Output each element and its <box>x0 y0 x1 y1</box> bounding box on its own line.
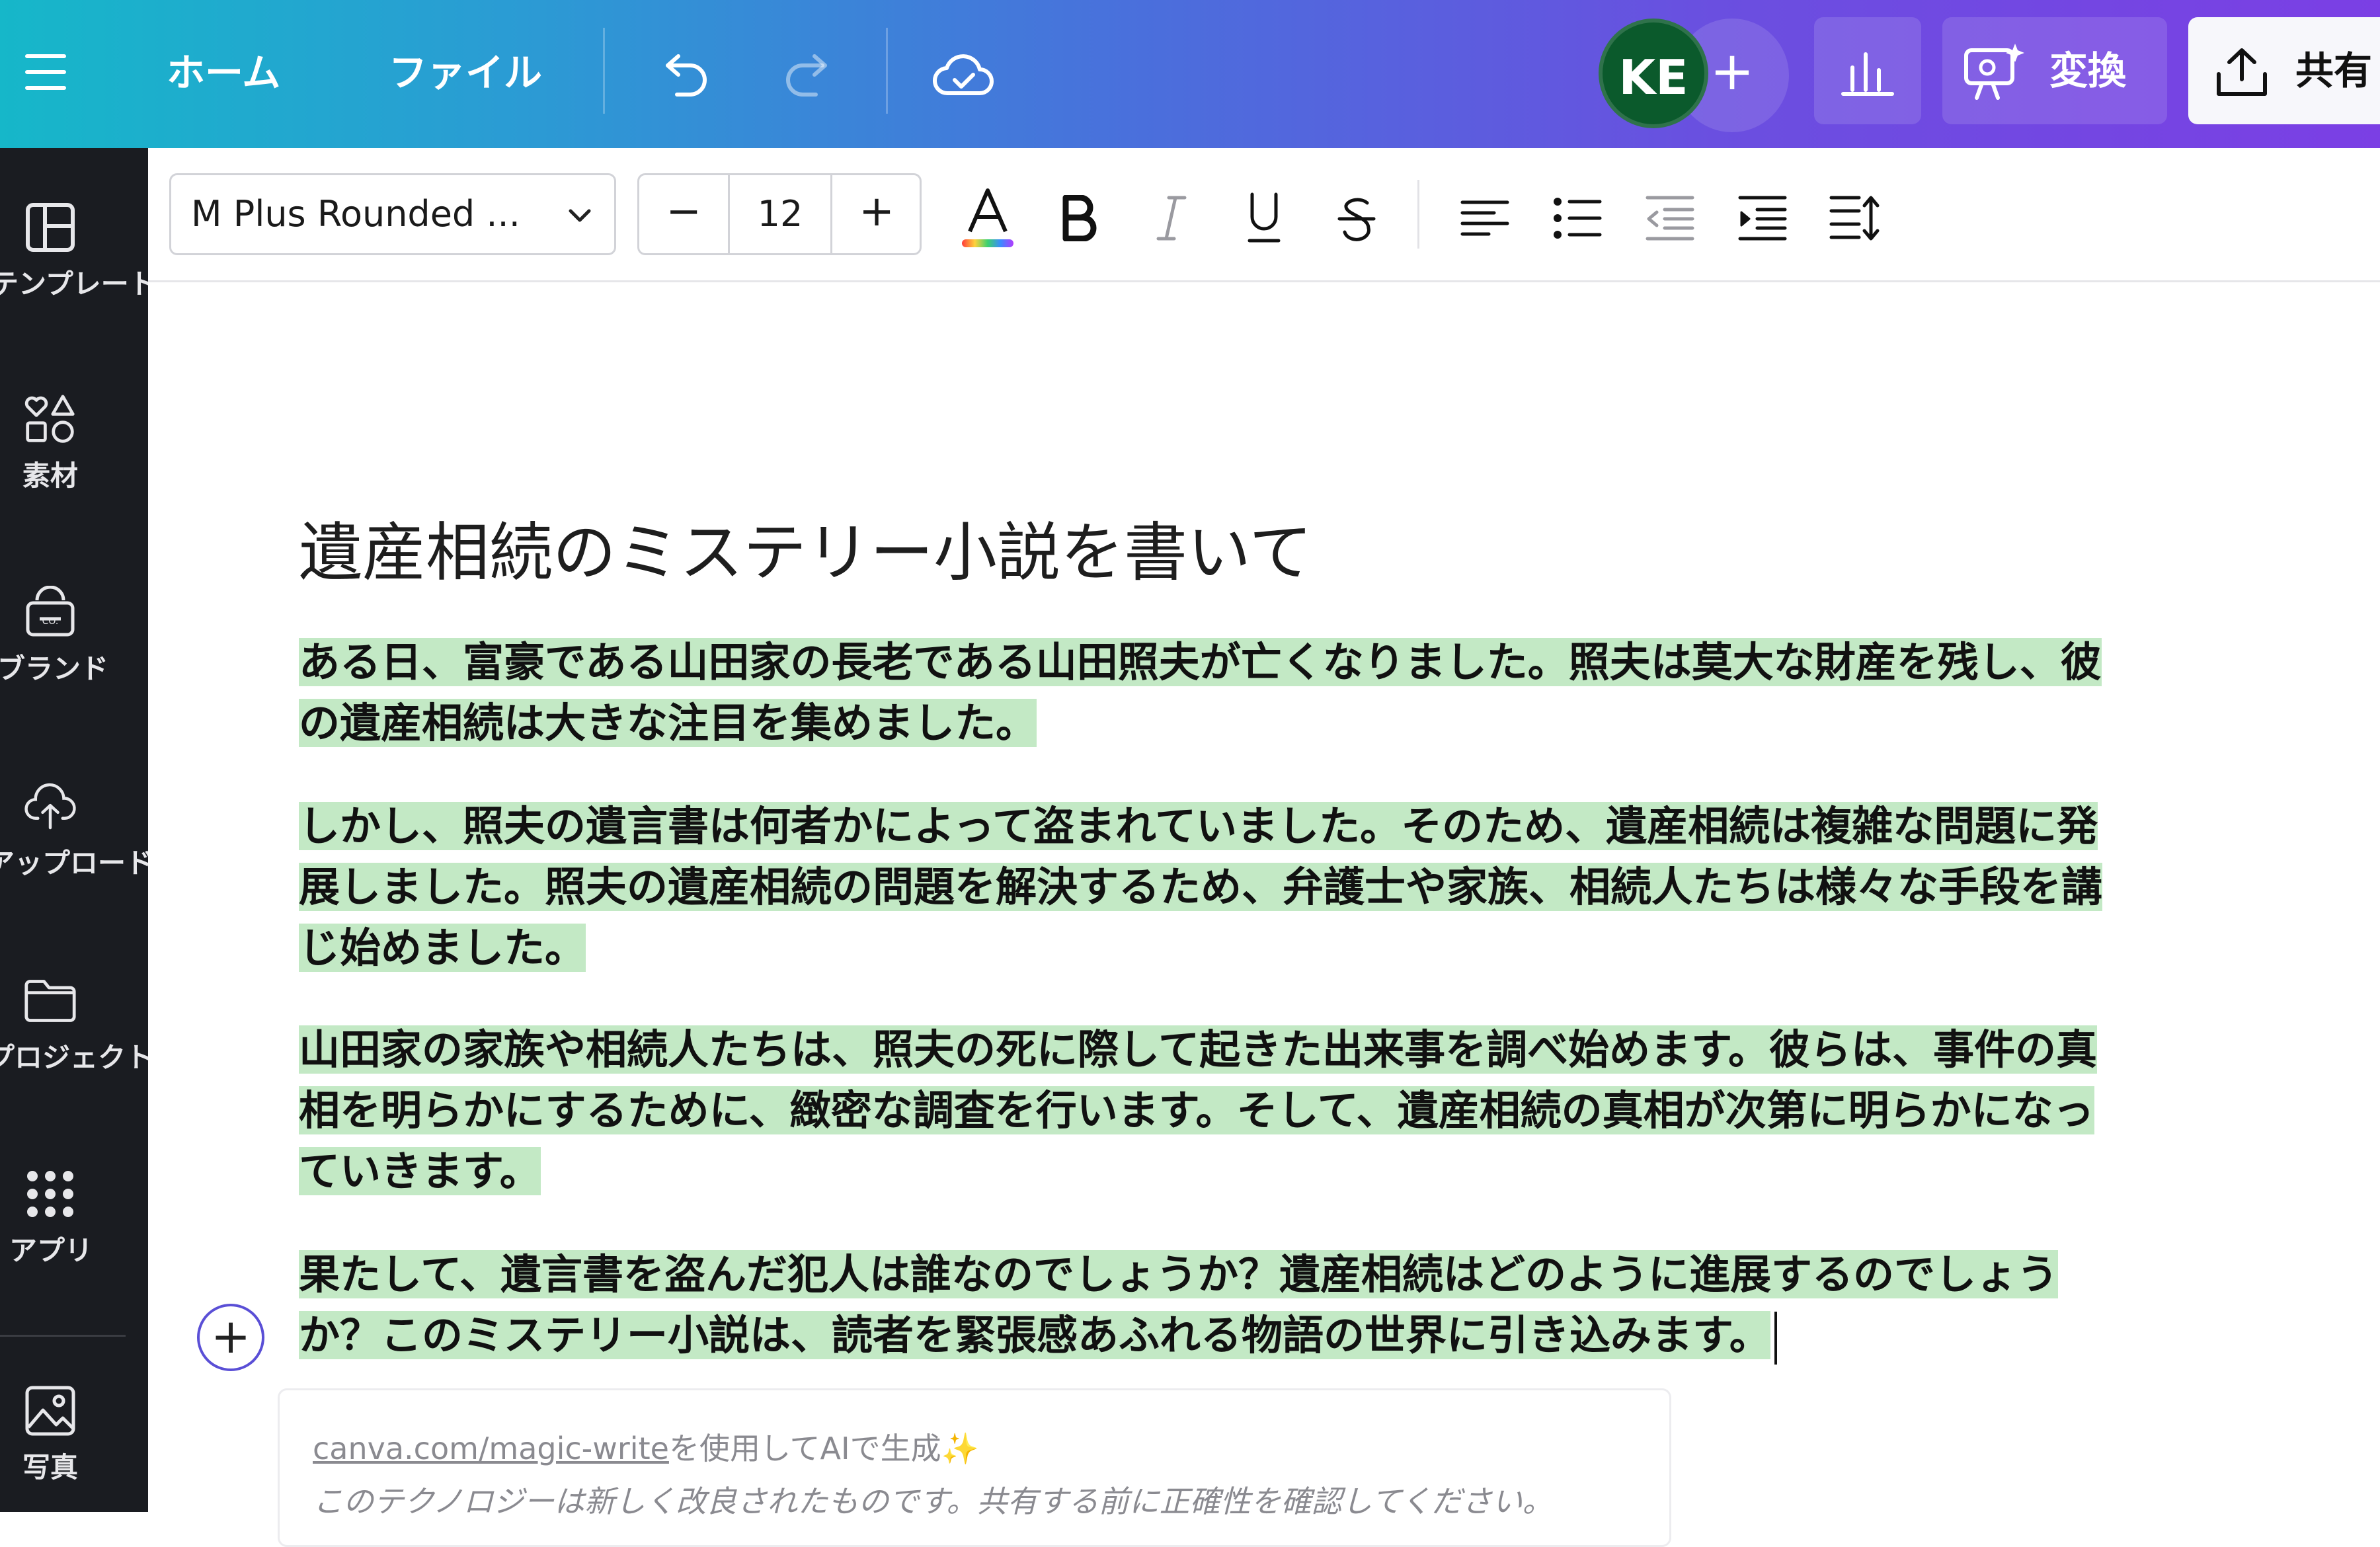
sidebar-item-label: ブランド <box>0 653 109 685</box>
decrease-indent-icon[interactable] <box>1636 184 1704 253</box>
notice-attribution: canva.com/magic-writeを使用してAIで生成✨ <box>313 1425 979 1468</box>
folder-icon <box>24 968 77 1034</box>
paragraph-line: 展しました。照夫の遺産相続の問題を解決するため、弁護士や家族、相続人たちは様々な… <box>299 863 2103 911</box>
magic-write-notice: canva.com/magic-writeを使用してAIで生成✨ このテクノロジ… <box>278 1388 1671 1547</box>
sidebar-item-label: プロジェクト <box>0 1041 148 1074</box>
avatar[interactable]: KE <box>1599 19 1708 128</box>
magic-write-link[interactable]: canva.com/magic-write <box>313 1431 669 1466</box>
paragraph-1[interactable]: ある日、富豪である山田家の長老である山田照夫が亡くなりました。照夫は莫大な財産を… <box>299 632 2102 754</box>
paragraph-line: しかし、照夫の遺言書は何者かによって盗まれていました。そのため、遺産相続は複雑な… <box>299 802 2098 850</box>
align-left-icon[interactable] <box>1450 184 1519 253</box>
text-cursor <box>1774 1311 1777 1365</box>
magic-present-icon <box>1962 42 2026 102</box>
sidebar-divider <box>0 1335 126 1337</box>
font-family-value: M Plus Rounded ... <box>191 193 520 235</box>
sidebar-item-label: 素材 <box>22 459 79 492</box>
sidebar-item-projects[interactable]: プロジェクト <box>0 968 148 1127</box>
italic-icon[interactable] <box>1137 184 1206 253</box>
decrease-font-size-button[interactable]: − <box>639 175 728 253</box>
sidebar-item-apps[interactable]: アプリ <box>0 1161 148 1320</box>
convert-button[interactable]: 変換 <box>1942 17 2167 124</box>
paragraph-3[interactable]: 山田家の家族や相続人たちは、照夫の死に際して起きた出来事を調べ始めます。彼らは、… <box>299 1019 2097 1202</box>
share-button[interactable]: 共有 <box>2188 17 2380 124</box>
increase-indent-icon[interactable] <box>1728 184 1797 253</box>
cloud-saved-icon[interactable] <box>931 41 997 107</box>
sidebar-item-photos[interactable]: 写真 <box>0 1378 148 1512</box>
sidebar-item-label: アップロード <box>0 847 148 879</box>
svg-text:CO.: CO. <box>42 616 59 627</box>
redo-icon[interactable] <box>776 41 842 107</box>
text-toolbar: M Plus Rounded ... − 12 + <box>148 148 2380 282</box>
sidebar-item-label: テンプレート <box>0 268 148 300</box>
paragraph-line: か？このミステリー小説は、読者を緊張感あふれる物語の世界に引き込みます。 <box>299 1311 1770 1359</box>
notice-suffix: を使用してAIで生成✨ <box>668 1431 979 1466</box>
increase-font-size-button[interactable]: + <box>832 175 921 253</box>
share-upload-icon <box>2215 45 2269 98</box>
paragraph-line: 山田家の家族や相続人たちは、照夫の死に際して起きた出来事を調べ始めます。彼らは、… <box>299 1025 2097 1074</box>
paragraph-line: ていきます。 <box>299 1147 541 1195</box>
paragraph-line: 相を明らかにするために、緻密な調査を行います。そして、遺産相続の真相が次第に明ら… <box>299 1086 2094 1134</box>
sidebar: テンプレート 素材 CO. ブランド アップロード プロジェクト アプリ 写真 <box>0 148 148 1512</box>
share-label: 共有 <box>2295 48 2373 93</box>
brand-icon: CO. <box>24 579 77 645</box>
bold-icon[interactable] <box>1045 184 1113 253</box>
add-block-button[interactable]: + <box>197 1304 264 1371</box>
paragraph-2[interactable]: しかし、照夫の遺言書は何者かによって盗まれていました。そのため、遺産相続は複雑な… <box>299 796 2103 978</box>
template-icon <box>24 194 77 260</box>
divider <box>603 28 605 114</box>
text-color-icon[interactable] <box>953 184 1022 253</box>
line-spacing-icon[interactable] <box>1821 184 1889 253</box>
divider <box>886 28 888 114</box>
document-title[interactable]: 遺産相続のミステリー小説を書いて <box>299 501 1312 593</box>
underline-icon[interactable] <box>1230 184 1298 253</box>
undo-icon[interactable] <box>651 41 717 107</box>
home-button[interactable]: ホーム <box>167 41 280 104</box>
strikethrough-icon[interactable] <box>1322 184 1391 253</box>
top-bar: ホーム ファイル + KE 変換 共有 <box>0 0 2380 148</box>
bulleted-list-icon[interactable] <box>1543 184 1612 253</box>
sidebar-item-brand[interactable]: CO. ブランド <box>0 579 148 738</box>
upload-icon <box>24 774 77 840</box>
paragraph-line: じ始めました。 <box>299 924 586 972</box>
font-family-dropdown[interactable]: M Plus Rounded ... <box>169 173 616 255</box>
file-menu-button[interactable]: ファイル <box>389 41 542 104</box>
bar-chart-icon <box>1839 44 1896 98</box>
sidebar-item-label: 写真 <box>22 1451 79 1484</box>
convert-label: 変換 <box>2049 48 2127 93</box>
sidebar-item-elements[interactable]: 素材 <box>0 386 148 545</box>
apps-icon <box>24 1161 77 1227</box>
menu-icon[interactable] <box>25 52 75 94</box>
paragraph-line: ある日、富豪である山田家の長老である山田照夫が亡くなりました。照夫は莫大な財産を… <box>299 638 2102 686</box>
font-size-stepper: − 12 + <box>637 173 922 255</box>
paragraph-4[interactable]: 果たして、遺言書を盗んだ犯人は誰なのでしょうか？遺産相続はどのように進展するので… <box>299 1244 2059 1366</box>
paragraph-line: 果たして、遺言書を盗んだ犯人は誰なのでしょうか？遺産相続はどのように進展するので… <box>299 1250 2059 1298</box>
sidebar-item-label: アプリ <box>9 1234 93 1267</box>
elements-icon <box>24 386 77 452</box>
chevron-down-icon <box>565 200 594 229</box>
divider <box>1417 180 1419 249</box>
insights-button[interactable] <box>1814 17 1921 124</box>
font-size-input[interactable]: 12 <box>728 175 832 253</box>
sidebar-item-templates[interactable]: テンプレート <box>0 194 148 353</box>
notice-disclaimer: このテクノロジーは新しく改良されたものです。共有する前に正確性を確認してください… <box>313 1484 1553 1519</box>
photo-icon <box>24 1378 77 1444</box>
paragraph-line: の遺産相続は大きな注目を集めました。 <box>299 699 1037 747</box>
sidebar-item-uploads[interactable]: アップロード <box>0 774 148 932</box>
